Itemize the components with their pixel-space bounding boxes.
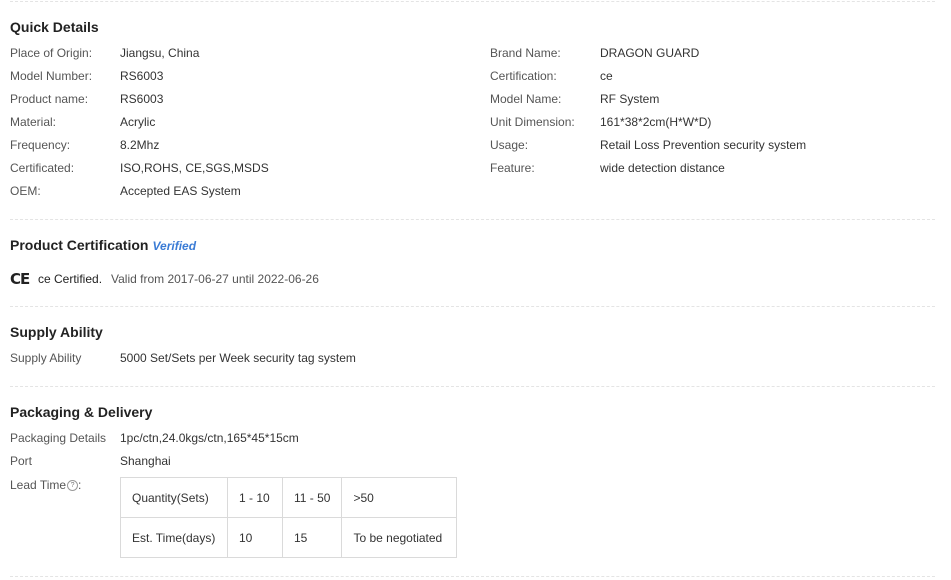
ce-mark-icon: CE — [10, 270, 30, 288]
detail-label: Place of Origin: — [10, 46, 93, 60]
lead-time-label-text: Lead Time — [10, 478, 67, 492]
supply-ability-value: 5000 Set/Sets per Week security tag syst… — [120, 351, 356, 365]
detail-value: 8.2Mhz — [120, 138, 160, 152]
detail-label: Unit Dimension: — [490, 115, 575, 129]
port-label: Port — [10, 454, 33, 468]
product-details-page: Quick Details Place of Origin: Jiangsu, … — [0, 0, 951, 580]
detail-label: Brand Name: — [490, 46, 561, 60]
detail-value: DRAGON GUARD — [600, 46, 700, 60]
table-row: Est. Time(days) 10 15 To be negotiated — [120, 517, 458, 558]
detail-label: Model Number: — [10, 69, 93, 83]
table-row: Quantity(Sets) 1 - 10 11 - 50 >50 — [120, 477, 458, 518]
detail-label: Material: — [10, 115, 57, 129]
section-divider — [10, 219, 935, 220]
table-cell: Est. Time(days) — [120, 517, 228, 558]
detail-value: RS6003 — [120, 69, 164, 83]
detail-label: Usage: — [490, 138, 529, 152]
detail-label: Frequency: — [10, 138, 71, 152]
detail-value: 161*38*2cm(H*W*D) — [600, 115, 712, 129]
detail-value: ce — [600, 69, 613, 83]
supply-ability-label: Supply Ability — [10, 351, 82, 365]
detail-value: Retail Loss Prevention security system — [600, 138, 807, 152]
supply-ability-title: Supply Ability — [10, 324, 103, 340]
detail-label: Product name: — [10, 92, 89, 106]
product-certification-title: Product Certification Verified — [10, 237, 196, 253]
detail-label: Certificated: — [10, 161, 75, 175]
table-header-cell: 1 - 10 — [227, 477, 283, 518]
detail-value: ISO,ROHS, CE,SGS,MSDS — [120, 161, 269, 175]
port-value: Shanghai — [120, 454, 171, 468]
lead-time-colon: : — [78, 478, 82, 492]
detail-label: Model Name: — [490, 92, 562, 106]
bottom-divider — [10, 576, 935, 577]
lead-time-label: Lead Time?: — [10, 478, 81, 492]
section-divider — [10, 306, 935, 307]
top-divider — [10, 1, 935, 2]
question-circle-icon[interactable]: ? — [67, 480, 79, 492]
section-divider — [10, 386, 935, 387]
detail-value: wide detection distance — [600, 161, 725, 175]
detail-value: Acrylic — [120, 115, 156, 129]
table-cell: 15 — [281, 517, 343, 558]
detail-label: OEM: — [10, 184, 41, 198]
product-certification-title-text: Product Certification — [10, 237, 149, 253]
detail-value: RF System — [600, 92, 660, 106]
verified-badge: Verified — [152, 239, 197, 253]
table-cell: 10 — [227, 517, 283, 558]
detail-label: Certification: — [490, 69, 557, 83]
packaging-delivery-title: Packaging & Delivery — [10, 404, 153, 420]
quick-details-title: Quick Details — [10, 19, 99, 35]
cert-name: ce Certified. — [38, 272, 103, 286]
packaging-details-value: 1pc/ctn,24.0kgs/ctn,165*45*15cm — [120, 431, 299, 445]
detail-value: RS6003 — [120, 92, 164, 106]
detail-value: Jiangsu, China — [120, 46, 200, 60]
cert-validity: Valid from 2017-06-27 until 2022-06-26 — [111, 272, 319, 286]
detail-label: Feature: — [490, 161, 535, 175]
table-header-cell: >50 — [341, 477, 458, 518]
table-header-cell: 11 - 50 — [281, 477, 343, 518]
lead-time-table: Quantity(Sets) 1 - 10 11 - 50 >50 Est. T… — [120, 477, 458, 558]
table-cell: To be negotiated — [341, 517, 458, 558]
detail-value: Accepted EAS System — [120, 184, 241, 198]
table-header-cell: Quantity(Sets) — [120, 477, 228, 518]
packaging-details-label: Packaging Details — [10, 431, 107, 445]
